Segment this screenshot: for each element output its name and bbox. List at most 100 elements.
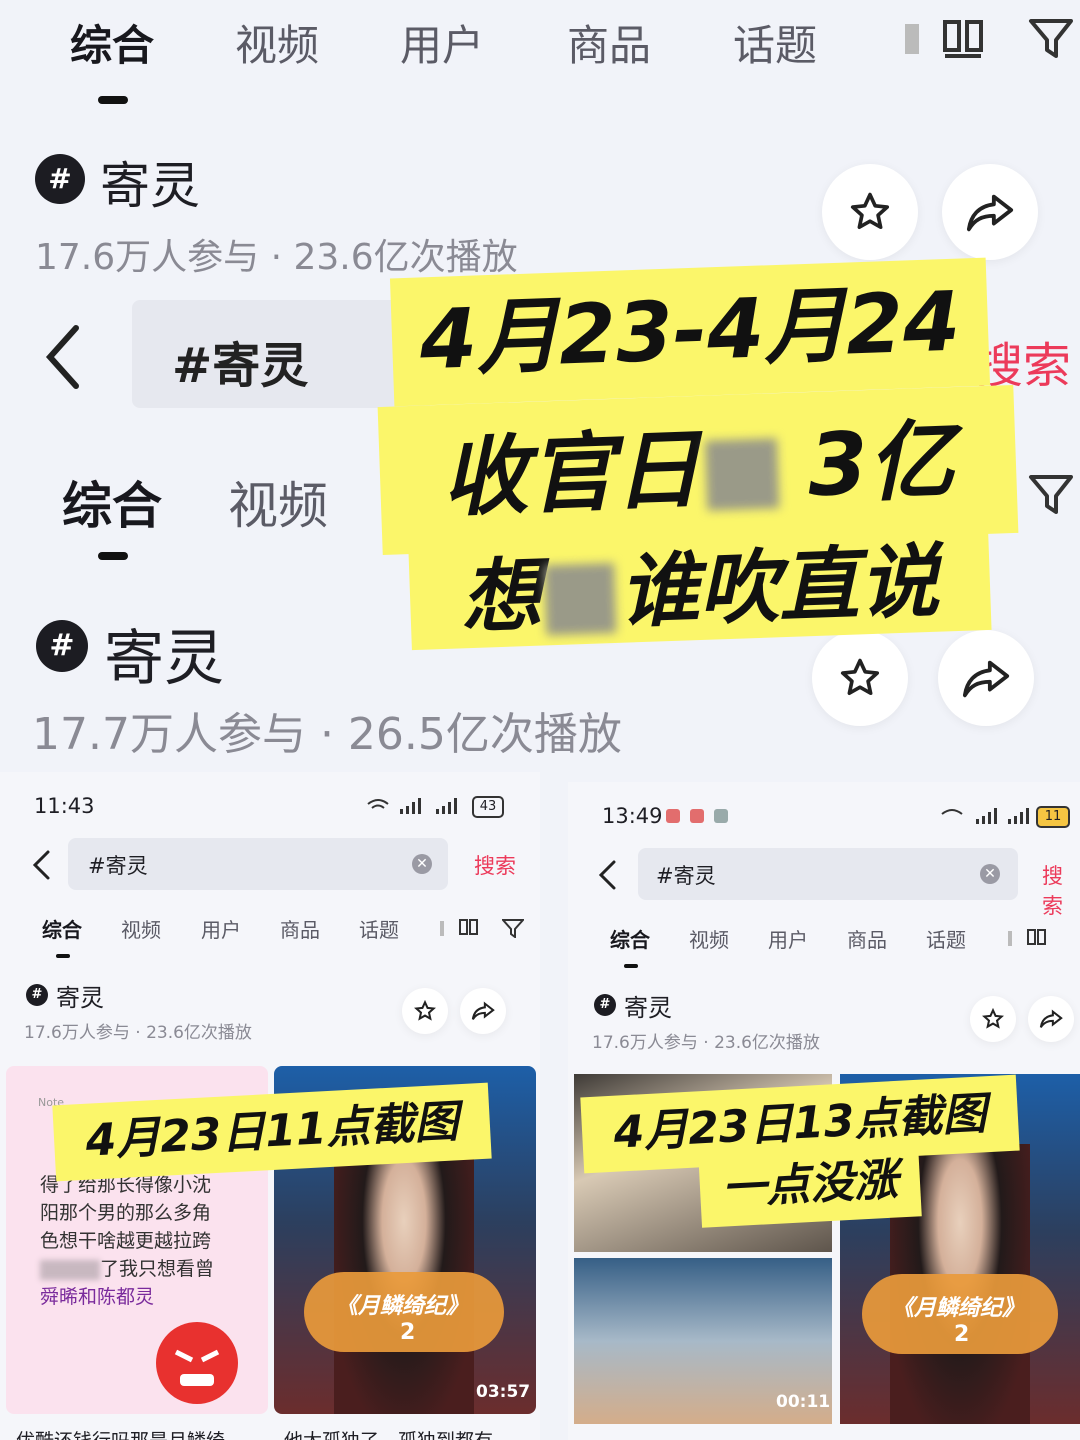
status-signal-icon — [940, 806, 1040, 826]
star-icon — [850, 192, 890, 230]
search-button[interactable]: 搜索 — [474, 850, 516, 880]
tab-video[interactable]: 视频 — [121, 914, 161, 943]
note-line-4: 了我只想看曾 — [40, 1254, 214, 1281]
share-button[interactable] — [942, 164, 1038, 260]
overlay-line-2-end: 3亿 — [806, 411, 956, 517]
battery-indicator: 43 — [472, 796, 504, 818]
note-line-4-text: 了我只想看曾 — [100, 1258, 215, 1280]
share-button-2[interactable] — [938, 630, 1034, 726]
share-button[interactable] — [1028, 996, 1074, 1042]
star-icon — [414, 1000, 436, 1021]
angry-emoji-icon — [156, 1322, 238, 1404]
filter-icon[interactable] — [500, 918, 526, 939]
overlay-line-2-text: 收官日 — [440, 419, 702, 529]
share-button[interactable] — [460, 988, 506, 1034]
status-time: 11:43 — [34, 794, 95, 818]
active-tab-underline — [56, 954, 70, 958]
right-screenshot: 13:49 11 #寄灵 ✕ 搜索 综合 视频 用户 商品 话题 # 寄灵 17… — [568, 782, 1080, 1440]
star-icon — [982, 1008, 1004, 1029]
share-icon — [471, 1001, 495, 1020]
favorite-button-2[interactable] — [812, 630, 908, 726]
tab-comprehensive[interactable]: 综合 — [70, 12, 154, 73]
overlay-line-2: 收官日 3亿 — [377, 384, 1019, 556]
note-line-2: 阳那个男的那么多角 — [40, 1202, 212, 1224]
video-duration: 03:57 — [476, 1382, 531, 1402]
filter-icon[interactable] — [1028, 16, 1074, 60]
status-time: 13:49 — [602, 804, 663, 828]
topic-stats: 17.6万人参与 · 23.6亿次播放 — [24, 1023, 252, 1043]
share-icon — [962, 660, 1010, 698]
active-tab-underline — [98, 96, 128, 104]
topic-stats-2: 17.7万人参与 · 26.5亿次播放 — [32, 709, 622, 760]
favorite-button[interactable] — [402, 988, 448, 1034]
tab-goods[interactable]: 商品 — [847, 924, 887, 953]
topic-stats: 17.6万人参与 · 23.6亿次播放 — [35, 237, 518, 278]
tab-user[interactable]: 用户 — [400, 12, 484, 73]
note-line-3: 色想干啥越更越拉跨 — [40, 1230, 212, 1252]
video-caption: 他太孤独了，孤独到都有 — [284, 1426, 493, 1440]
share-icon — [1039, 1009, 1063, 1028]
tab-goods[interactable]: 商品 — [280, 914, 320, 943]
poster-num: 2 — [954, 1322, 970, 1347]
star-icon — [840, 658, 880, 696]
video-card-left-bottom[interactable]: 00:11 — [574, 1258, 832, 1424]
notification-icons — [666, 808, 736, 824]
active-tab-underline — [624, 964, 638, 968]
tab-user[interactable]: 用户 — [201, 914, 241, 943]
tab-topic[interactable]: 话题 — [926, 924, 966, 953]
hashtag-icon: # — [35, 154, 85, 204]
topic-title: 寄灵 — [100, 157, 200, 215]
filter-icon-2[interactable] — [1028, 472, 1074, 516]
note-caption: 优酷还钱行吗那是月鳞绮 — [16, 1426, 225, 1440]
tab-video[interactable]: 视频 — [689, 924, 729, 953]
favorite-button[interactable] — [970, 996, 1016, 1042]
tab-topic[interactable]: 话题 — [359, 914, 399, 943]
search-button[interactable]: 搜索 — [1042, 860, 1080, 920]
hashtag-icon: # — [594, 994, 616, 1016]
tab-comprehensive[interactable]: 综合 — [42, 914, 82, 943]
overlay-line-1: 4月23-4月24 — [389, 257, 991, 407]
topic-title: 寄灵 — [56, 984, 104, 1012]
back-icon[interactable] — [596, 858, 620, 892]
favorite-button[interactable] — [822, 164, 918, 260]
overlay-line-3-prefix: 想 — [459, 548, 543, 645]
search-query: #寄灵 — [88, 854, 148, 878]
left-screenshot: 11:43 43 #寄灵 ✕ 搜索 综合 视频 用户 商品 话题 # 寄灵 17… — [0, 772, 540, 1440]
hashtag-icon: # — [26, 984, 48, 1006]
topic-title-2: 寄灵 — [104, 624, 224, 694]
poster-num: 2 — [400, 1320, 416, 1345]
video-duration: 00:11 — [776, 1392, 831, 1412]
tab-video[interactable]: 视频 — [235, 12, 319, 73]
poster-title: 《月鳞绮纪》 — [336, 1294, 469, 1319]
tab-goods[interactable]: 商品 — [567, 12, 651, 73]
overlay-line-3-text: 谁吹直说 — [617, 534, 941, 639]
tab-user[interactable]: 用户 — [768, 924, 808, 953]
right-caption-overlay-2: 一点没涨 — [698, 1142, 922, 1228]
grid-view-icon[interactable] — [905, 18, 987, 60]
poster-title: 《月鳞绮纪》 — [892, 1296, 1025, 1321]
share-icon — [966, 194, 1014, 232]
clear-icon[interactable]: ✕ — [980, 864, 1000, 884]
note-line-5: 舜晞和陈都灵 — [40, 1286, 155, 1308]
clear-icon[interactable]: ✕ — [412, 854, 432, 874]
topic-stats: 17.6万人参与 · 23.6亿次播放 — [592, 1033, 820, 1053]
blur-mark — [705, 437, 780, 511]
tab-video-2[interactable]: 视频 — [228, 466, 328, 538]
topic-title: 寄灵 — [624, 994, 672, 1022]
overlay-line-3: 想谁吹直说 — [408, 529, 992, 651]
active-tab-underline-2 — [98, 552, 128, 560]
search-query: #寄灵 — [172, 338, 309, 394]
hashtag-icon-2: # — [36, 620, 88, 672]
tab-topic[interactable]: 话题 — [733, 12, 817, 73]
search-query: #寄灵 — [656, 864, 716, 888]
blur-mark-2 — [544, 563, 617, 636]
grid-view-icon[interactable] — [440, 918, 480, 938]
tab-comprehensive-2[interactable]: 综合 — [62, 466, 162, 538]
battery-indicator: 11 — [1036, 806, 1070, 828]
status-signal-icon — [366, 796, 466, 816]
grid-view-icon[interactable] — [1008, 928, 1048, 948]
note-blur — [40, 1259, 100, 1280]
back-icon[interactable] — [30, 848, 54, 882]
back-icon[interactable] — [40, 322, 90, 392]
tab-comprehensive[interactable]: 综合 — [610, 924, 650, 953]
